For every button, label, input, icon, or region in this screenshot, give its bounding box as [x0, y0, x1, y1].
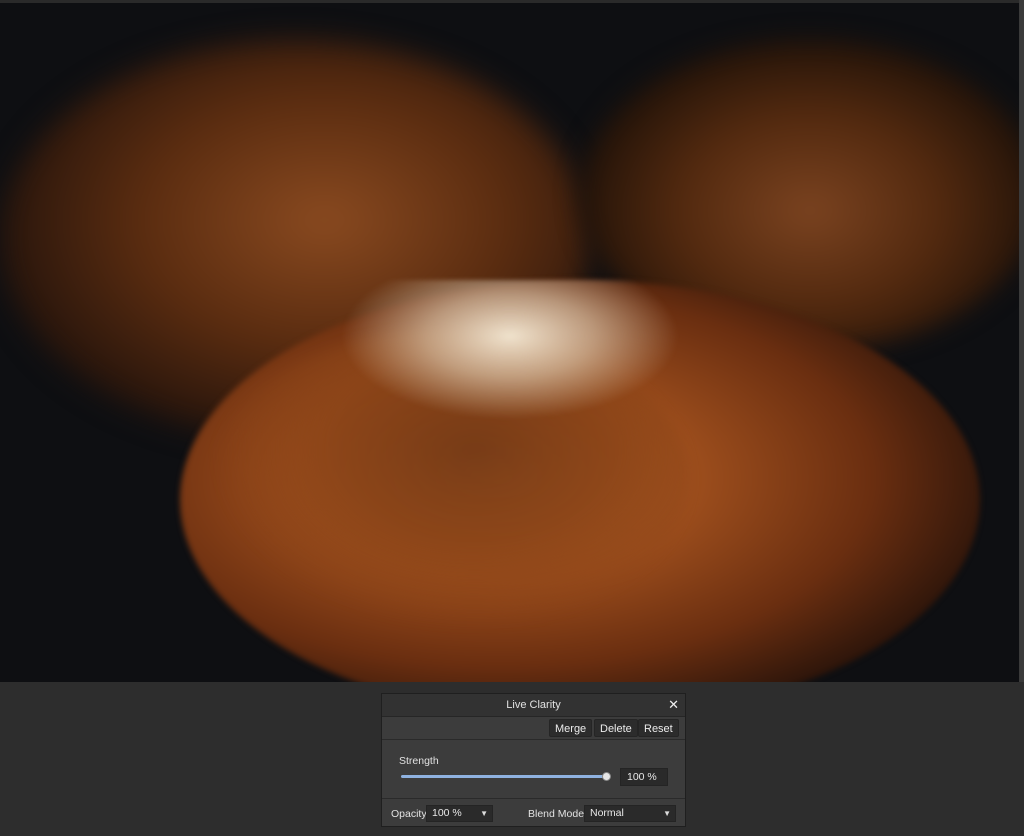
canvas-right-edge — [1019, 0, 1024, 682]
blend-mode-label: Blend Mode: — [528, 808, 587, 820]
delete-button[interactable]: Delete — [594, 719, 638, 737]
reset-button[interactable]: Reset — [638, 719, 679, 737]
panel-divider — [382, 798, 685, 799]
canvas-top-edge — [0, 0, 1024, 3]
live-clarity-panel: Live Clarity ✕ Merge Delete Reset Streng… — [381, 693, 686, 827]
opacity-value: 100 % — [432, 807, 462, 819]
strength-label: Strength — [399, 755, 439, 767]
chevron-down-icon: ▼ — [663, 809, 671, 818]
photo-canvas — [0, 0, 1024, 682]
strength-slider-thumb[interactable] — [602, 772, 611, 781]
panel-title: Live Clarity — [506, 699, 561, 711]
panel-titlebar[interactable]: Live Clarity ✕ — [382, 694, 685, 717]
merge-button[interactable]: Merge — [549, 719, 593, 737]
strength-value-field[interactable]: 100 % — [620, 768, 668, 786]
panel-button-row: Merge Delete Reset — [382, 717, 685, 740]
opacity-dropdown[interactable]: 100 % ▼ — [426, 805, 493, 822]
blend-mode-dropdown[interactable]: Normal ▼ — [584, 805, 676, 822]
close-icon[interactable]: ✕ — [668, 694, 679, 716]
blend-mode-value: Normal — [590, 807, 624, 819]
chevron-down-icon: ▼ — [480, 809, 488, 818]
grated-cheese-topping — [340, 280, 680, 420]
opacity-label: Opacity: — [391, 808, 430, 820]
strength-slider-track[interactable] — [401, 775, 608, 778]
